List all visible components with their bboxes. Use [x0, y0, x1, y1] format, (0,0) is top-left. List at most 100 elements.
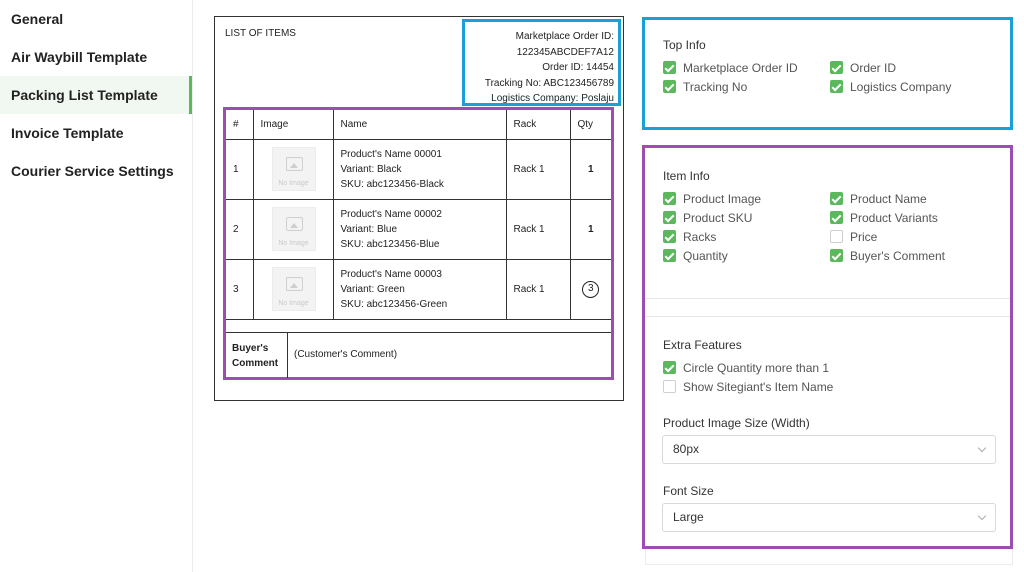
item-info-settings-panel: Item Info Product Image Product Name Pro…	[642, 145, 1013, 549]
top-info-block: Marketplace Order ID: 122345ABCDEF7A12 O…	[462, 19, 621, 106]
checkbox-label: Racks	[683, 230, 717, 244]
checkbox-logistics-company[interactable]: Logistics Company	[830, 80, 951, 96]
chevron-down-icon	[977, 443, 987, 453]
checkbox-unchecked-icon	[830, 230, 843, 243]
image-size-value: 80px	[673, 442, 700, 456]
checkbox-label: Quantity	[683, 249, 728, 263]
row-number: 3	[226, 259, 254, 320]
circled-quantity: 3	[582, 280, 600, 298]
checkbox-product-image[interactable]: Product Image	[663, 192, 761, 208]
packing-list-preview: LIST OF ITEMS Marketplace Order ID: 1223…	[214, 16, 624, 401]
preview-title: LIST OF ITEMS	[225, 28, 296, 39]
table-row: 2 No Image Product's Name 00002 Variant:…	[226, 199, 611, 260]
checkbox-label: Circle Quantity more than 1	[683, 361, 830, 375]
checkbox-price[interactable]: Price	[830, 230, 877, 246]
checkbox-tracking-no[interactable]: Tracking No	[663, 80, 747, 96]
marketplace-order-value: 122345ABCDEF7A12	[516, 46, 614, 58]
image-placeholder-icon	[285, 277, 303, 291]
rack-cell: Rack 1	[506, 199, 571, 260]
checkbox-checked-icon	[663, 211, 676, 224]
checkbox-checked-icon	[830, 211, 843, 224]
product-variant: Variant: Green	[340, 283, 405, 295]
sidebar-item-air-waybill-template[interactable]: Air Waybill Template	[0, 38, 192, 76]
image-placeholder-icon	[285, 157, 303, 171]
chevron-down-icon	[977, 511, 987, 521]
no-image-caption: No Image	[278, 300, 309, 307]
checkbox-order-id[interactable]: Order ID	[830, 61, 896, 77]
qty-cell: 3	[570, 259, 611, 320]
checkbox-product-variants[interactable]: Product Variants	[830, 211, 938, 227]
qty-cell: 1	[570, 139, 611, 200]
checkbox-label: Product Name	[850, 192, 927, 206]
rack-cell: Rack 1	[506, 139, 571, 200]
qty-cell: 1	[570, 199, 611, 260]
checkbox-show-sitegiant-item-name[interactable]: Show Sitegiant's Item Name	[663, 380, 833, 396]
buyer-comment-label-line-2: Comment	[232, 358, 279, 369]
checkbox-checked-icon	[830, 249, 843, 262]
column-header-name: Name	[333, 110, 507, 140]
buyer-comment-text: (Customer's Comment)	[294, 349, 398, 360]
sidebar-item-general[interactable]: General	[0, 0, 192, 38]
image-size-select[interactable]: 80px	[662, 435, 996, 464]
product-name-cell: Product's Name 00002 Variant: Blue SKU: …	[333, 199, 507, 260]
sidebar-item-courier-service-settings[interactable]: Courier Service Settings	[0, 152, 192, 190]
buyer-comment-label: Buyer's Comment	[226, 333, 288, 378]
row-number: 2	[226, 199, 254, 260]
checkbox-checked-icon	[663, 249, 676, 262]
item-info-title: Item Info	[663, 169, 710, 183]
product-image-cell: No Image	[253, 199, 334, 260]
section-divider	[645, 316, 1010, 317]
logistics-company-line: Logistics Company: Poslaju	[491, 93, 614, 104]
marketplace-order-label: Marketplace Order ID:	[515, 31, 614, 42]
checkbox-checked-icon	[830, 192, 843, 205]
product-name: Product's Name 00002	[340, 208, 442, 220]
column-header-image: Image	[253, 110, 334, 140]
product-image-cell: No Image	[253, 139, 334, 200]
product-sku: SKU: abc123456-Black	[340, 178, 444, 190]
top-info-settings-panel: Top Info Marketplace Order ID Order ID T…	[642, 17, 1013, 130]
checkbox-unchecked-icon	[663, 380, 676, 393]
product-variant: Variant: Black	[340, 163, 402, 175]
checkbox-label: Order ID	[850, 61, 897, 75]
product-name: Product's Name 00001	[340, 148, 442, 160]
checkbox-product-name[interactable]: Product Name	[830, 192, 927, 208]
checkbox-label: Logistics Company	[850, 80, 952, 94]
table-row: 3 No Image Product's Name 00003 Variant:…	[226, 259, 611, 320]
checkbox-checked-icon	[663, 361, 676, 374]
order-id-line: Order ID: 14454	[542, 62, 614, 73]
font-size-label: Font Size	[663, 484, 714, 498]
no-image-caption: No Image	[278, 240, 309, 247]
checkbox-circle-quantity[interactable]: Circle Quantity more than 1	[663, 361, 829, 377]
sidebar-item-invoice-template[interactable]: Invoice Template	[0, 114, 192, 152]
panel-bottom-edge	[645, 549, 1013, 565]
checkbox-racks[interactable]: Racks	[663, 230, 716, 246]
sidebar-item-packing-list-template[interactable]: Packing List Template	[0, 76, 192, 114]
table-row: 1 No Image Product's Name 00001 Variant:…	[226, 139, 611, 200]
product-name-cell: Product's Name 00001 Variant: Black SKU:…	[333, 139, 507, 200]
checkbox-checked-icon	[830, 61, 843, 74]
checkbox-buyers-comment[interactable]: Buyer's Comment	[830, 249, 945, 265]
checkbox-checked-icon	[663, 192, 676, 205]
checkbox-marketplace-order-id[interactable]: Marketplace Order ID	[663, 61, 798, 77]
font-size-select[interactable]: Large	[662, 503, 996, 532]
top-info-title: Top Info	[663, 38, 706, 52]
extra-features-title: Extra Features	[663, 338, 742, 352]
product-variant: Variant: Blue	[340, 223, 398, 235]
product-sku: SKU: abc123456-Blue	[340, 238, 440, 250]
checkbox-checked-icon	[663, 61, 676, 74]
tracking-no-line: Tracking No: ABC123456789	[484, 77, 614, 89]
checkbox-label: Tracking No	[683, 80, 748, 94]
section-divider	[645, 298, 1010, 299]
image-placeholder-icon	[285, 217, 303, 231]
checkbox-quantity[interactable]: Quantity	[663, 249, 728, 265]
checkbox-label: Product Image	[683, 192, 762, 206]
item-info-block: # Image Name Rack Qty 1 No Image Product…	[223, 107, 614, 380]
column-header-number: #	[226, 110, 254, 140]
product-sku: SKU: abc123456-Green	[340, 298, 448, 310]
buyer-comment-label-line-1: Buyer's	[232, 343, 269, 354]
checkbox-product-sku[interactable]: Product SKU	[663, 211, 752, 227]
checkbox-label: Price	[850, 230, 878, 244]
image-size-label: Product Image Size (Width)	[663, 416, 810, 430]
no-image-caption: No Image	[278, 180, 309, 187]
table-header-row: # Image Name Rack Qty	[226, 110, 611, 140]
